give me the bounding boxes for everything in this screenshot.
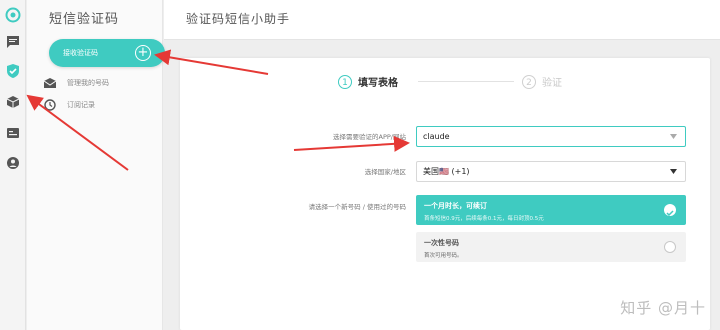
country-label: 选择国家/地区 [364,168,406,176]
receive-code-label: 接收验证码 [63,49,98,57]
shield-check-icon[interactable] [4,62,22,80]
country-select[interactable]: 美国🇺🇸 (+1) [416,161,686,182]
sidebar-item-subscriptions[interactable]: 订阅记录 [43,98,95,112]
message-icon[interactable] [4,33,22,51]
step-divider [418,81,514,82]
plus-icon: + [135,45,151,61]
option-one-time-number[interactable]: 一次性号码 首次可用号码。 [416,232,686,262]
option-monthly-number[interactable]: 一个月时长，可续订 首条短信0.9元，后续每条0.1元，每日封顶0.5元 [416,195,686,225]
option-description: 首次可用号码。 [424,253,463,259]
icon-rail [0,0,26,330]
box-icon[interactable] [4,93,22,111]
form-card: 1 填写表格 2 验证 选择需要验证的APP/网站 claude 选择国家/地区… [180,58,710,330]
clock-icon [43,98,57,112]
step-verify: 2 验证 [522,74,562,89]
number-type-label: 请选择一个新号码 / 使用过的号码 [308,203,406,211]
option-description: 首条短信0.9元，后续每条0.1元，每日封顶0.5元 [424,216,544,222]
watermark: 知乎 @月十 [620,299,706,317]
app-select[interactable]: claude [416,126,686,147]
chevron-down-icon [670,134,677,139]
sidebar-item-label: 订阅记录 [67,101,95,109]
app-label: 选择需要验证的APP/网站 [333,133,406,141]
sidebar-item-my-numbers[interactable]: 管理我的号码 [43,76,109,90]
step-label: 填写表格 [358,78,398,89]
sidebar-title: 短信验证码 [49,12,120,27]
user-icon[interactable] [4,154,22,172]
side-panel: 短信验证码 接收验证码 + 管理我的号码 订阅记录 [27,0,165,330]
radio-empty-icon [664,241,676,253]
country-select-value: 美国🇺🇸 (+1) [423,167,470,176]
step-fill-form: 1 填写表格 [338,74,398,89]
sidebar-item-label: 管理我的号码 [67,79,109,87]
page-title: 验证码短信小助手 [186,12,291,26]
step-label: 验证 [542,78,562,89]
step-number: 2 [522,74,536,89]
check-circle-icon [664,204,676,217]
chevron-down-icon [670,169,677,174]
receive-code-button[interactable]: 接收验证码 + [49,39,165,67]
step-number: 1 [338,74,352,89]
inbox-icon [43,76,57,90]
app-select-value: claude [423,132,450,141]
option-title: 一个月时长，可续订 [424,202,487,210]
logo-icon[interactable] [4,6,22,24]
contact-card-icon[interactable] [4,124,22,142]
option-title: 一次性号码 [424,239,459,247]
top-header: 验证码短信小助手 [164,0,720,40]
